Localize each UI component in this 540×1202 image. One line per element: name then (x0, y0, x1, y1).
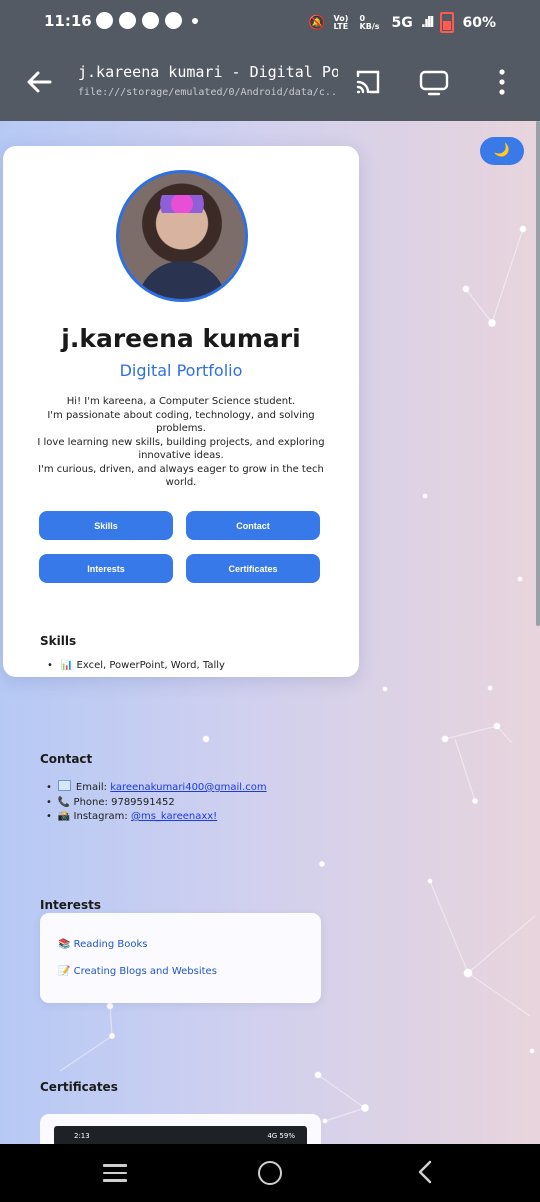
phone-number: 9789591452 (111, 796, 175, 808)
network-speed: 0 KB/s (359, 13, 380, 31)
volte-label: Vo) LTE (333, 13, 349, 31)
instagram-label: Instagram: (73, 811, 128, 822)
nav-back-icon[interactable] (414, 1160, 436, 1184)
camera-icon: 📸 (57, 811, 71, 822)
list-item: 📚 Reading Books (58, 939, 148, 950)
list-item: 📝 Creating Blogs and Websites (58, 966, 217, 977)
bio-line: I'm passionate about coding, technology,… (47, 409, 315, 435)
list-item: • Email: kareenakumari400@gmail.com (46, 780, 267, 793)
system-nav-bar (0, 1144, 540, 1202)
profile-name: j.kareena kumari (61, 324, 301, 353)
theme-toggle-button[interactable]: 🌙 (480, 137, 524, 165)
contact-button[interactable]: Contact (186, 511, 320, 540)
profile-bio: Hi! I'm kareena, a Computer Science stud… (33, 395, 329, 490)
profile-avatar (116, 170, 248, 302)
moon-icon: 🌙 (493, 143, 511, 158)
notification-icons (96, 12, 198, 29)
signal-icon: .ıll (420, 14, 435, 31)
certificate-screenshot: 2:13 4G 59% (54, 1126, 307, 1144)
home-icon[interactable] (258, 1161, 282, 1185)
preview-status: 4G 59% (267, 1132, 295, 1140)
phone-label: Phone: (73, 796, 108, 808)
browser-toolbar: j.kareena kumari - Digital Portfolio fil… (0, 44, 540, 121)
back-arrow-icon[interactable] (22, 64, 58, 100)
status-bar: 11:16 🔕 Vo) LTE 0 KB/s 5G .ıll 60% (0, 0, 540, 44)
preview-time: 2:13 (74, 1132, 90, 1140)
interests-heading: Interests (40, 898, 101, 912)
interests-card: 📚 Reading Books 📝 Creating Blogs and Web… (40, 913, 321, 1003)
skills-button[interactable]: Skills (39, 511, 173, 540)
cast-icon[interactable] (352, 66, 384, 98)
bio-line: I love learning new skills, building pro… (37, 436, 325, 462)
certificate-card[interactable]: 2:13 4G 59% (40, 1114, 321, 1144)
list-item: • 📞 Phone: 9789591452 (46, 796, 175, 808)
profile-subtitle: Digital Portfolio (119, 361, 243, 380)
skills-heading: Skills (40, 634, 77, 648)
list-item: • 📊 Excel, PowerPoint, Word, Tally (47, 660, 225, 671)
bio-line: Hi! I'm kareena, a Computer Science stud… (66, 396, 296, 407)
email-icon (57, 780, 71, 791)
page-title-box[interactable]: j.kareena kumari - Digital Portfolio fil… (78, 63, 338, 98)
snapchat-icon (96, 12, 113, 29)
notification-icon (142, 12, 159, 29)
page-url: file:///storage/emulated/0/Android/data/… (78, 87, 338, 98)
battery-level: 60% (462, 14, 496, 31)
bullet: • (47, 660, 53, 671)
avatar-body-graphic (137, 261, 227, 299)
email-label: Email: (75, 782, 108, 793)
more-vert-icon[interactable] (486, 66, 518, 98)
instagram-link[interactable]: @ms_kareenaxx! (131, 811, 217, 822)
network-type: 5G (391, 14, 413, 31)
certificates-button[interactable]: Certificates (186, 554, 320, 583)
skill-text: 📊 Excel, PowerPoint, Word, Tally (60, 660, 225, 671)
contact-list: • Email: kareenakumari400@gmail.com • 📞 Ph… (46, 780, 267, 825)
phone-icon: 📞 (57, 796, 71, 808)
status-time: 11:16 (44, 12, 92, 30)
web-page[interactable]: 🌙 j.kareena kumari Digital Portfolio Hi!… (0, 121, 540, 1144)
certificates-heading: Certificates (40, 1080, 118, 1094)
more-notifications-icon (192, 18, 198, 24)
tabs-icon[interactable] (418, 66, 450, 98)
email-link[interactable]: kareenakumari400@gmail.com (110, 782, 266, 793)
list-item: • 📸 Instagram: @ms_kareenaxx! (46, 811, 218, 822)
interests-button[interactable]: Interests (39, 554, 173, 583)
page-scrollbar[interactable] (536, 121, 540, 626)
profile-card: j.kareena kumari Digital Portfolio Hi! I… (3, 146, 359, 677)
recent-apps-icon[interactable] (103, 1164, 127, 1182)
notification-icon (119, 12, 136, 29)
page-title: j.kareena kumari - Digital Portfolio (78, 63, 338, 81)
mail-icon (165, 12, 182, 29)
contact-heading: Contact (40, 752, 93, 766)
bio-line: I'm curious, driven, and always eager to… (38, 463, 324, 489)
mute-icon: 🔕 (308, 14, 326, 31)
flower-crown-graphic (147, 195, 217, 213)
battery-icon (440, 12, 455, 33)
